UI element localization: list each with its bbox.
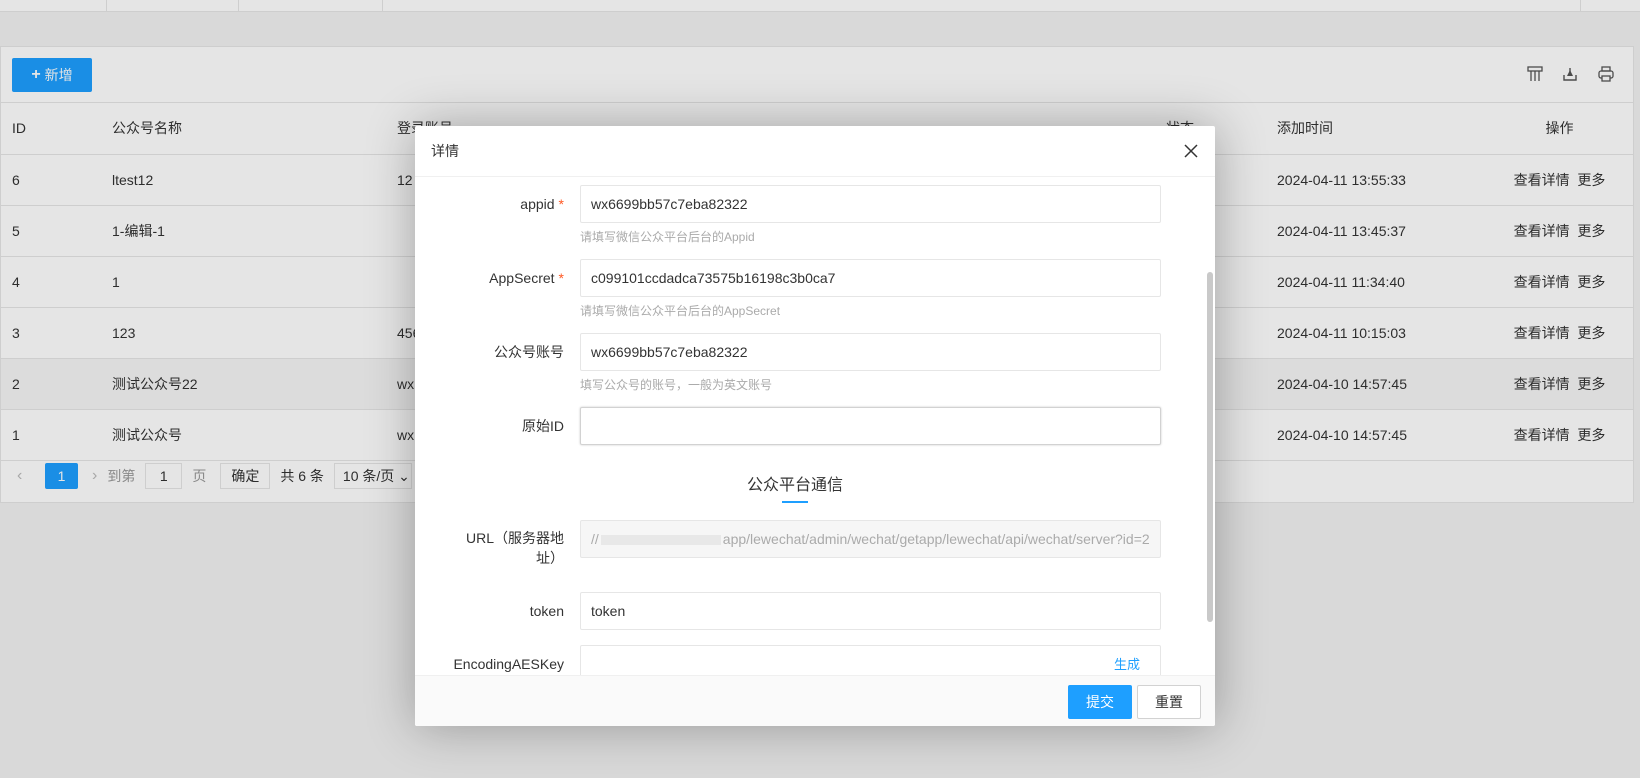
close-icon[interactable] <box>1181 141 1201 161</box>
detail-modal: 详情 appid * wx6699bb57c7eba82322 请填写微信公众平台… <box>415 126 1215 726</box>
modal-header: 详情 <box>415 126 1215 177</box>
modal-footer: 提交 重置 <box>415 675 1215 726</box>
origin-id-label: 原始ID <box>522 418 564 434</box>
aeskey-input[interactable]: 生成 <box>580 645 1161 675</box>
url-suffix: app/lewechat/admin/wechat/getapp/lewecha… <box>722 531 1150 547</box>
appid-hint: 请填写微信公众平台后台的Appid <box>580 230 755 244</box>
generate-link[interactable]: 生成 <box>1114 646 1140 675</box>
modal-body: appid * wx6699bb57c7eba82322 请填写微信公众平台后台的… <box>415 177 1215 675</box>
token-label: token <box>529 603 564 619</box>
appsecret-hint: 请填写微信公众平台后台的AppSecret <box>580 304 781 318</box>
account-label: 公众号账号 <box>494 344 564 360</box>
section-underline <box>782 501 808 503</box>
url-input[interactable]: // app/lewechat/admin/wechat/getapp/lewec… <box>580 520 1161 558</box>
account-hint: 填写公众号的账号，一般为英文账号 <box>580 378 773 392</box>
appid-input[interactable]: wx6699bb57c7eba82322 <box>580 185 1161 223</box>
submit-button[interactable]: 提交 <box>1068 685 1132 719</box>
scrollbar[interactable] <box>1207 272 1213 622</box>
modal-title: 详情 <box>431 143 459 159</box>
appid-label: appid <box>520 196 555 212</box>
aeskey-label: EncodingAESKey <box>453 656 564 672</box>
section-title-text: 公众平台通信 <box>746 477 843 494</box>
section-title: 公众平台通信 <box>415 471 1175 503</box>
origin-id-input[interactable] <box>580 407 1161 445</box>
account-input[interactable]: wx6699bb57c7eba82322 <box>580 333 1161 371</box>
reset-button[interactable]: 重置 <box>1137 685 1201 719</box>
masked-host <box>600 535 721 546</box>
url-label: URL（服务器地址） <box>465 530 564 566</box>
required-mark: * <box>558 270 564 286</box>
required-mark: * <box>558 196 564 212</box>
appsecret-label: AppSecret <box>489 270 555 286</box>
appsecret-input[interactable]: c099101ccdadca73575b16198c3b0ca7 <box>580 259 1161 297</box>
token-input[interactable]: token <box>580 592 1161 630</box>
url-prefix: // <box>591 531 599 547</box>
